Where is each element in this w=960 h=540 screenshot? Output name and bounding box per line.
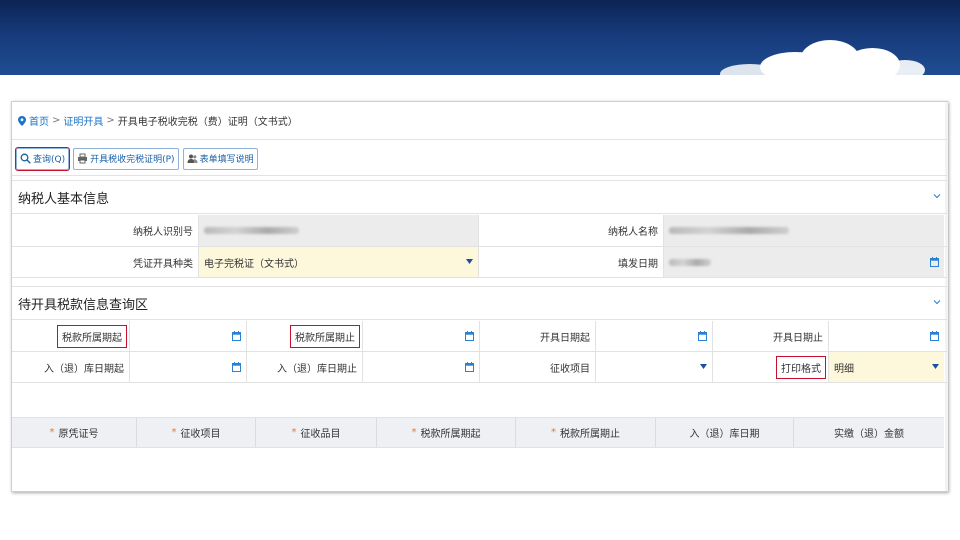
issue-certificate-label: 开具税收完税证明(P) [90, 155, 175, 165]
print-format-value: 明细 [834, 363, 854, 375]
cloud-decoration [885, 60, 925, 75]
issue-date-start-input[interactable] [596, 321, 713, 351]
print-format-select[interactable]: 明细 [829, 352, 944, 382]
form-guide-label: 表单填写说明 [199, 155, 254, 165]
form-guide-button[interactable]: 表单填写说明 [182, 147, 258, 170]
calendar-icon[interactable] [232, 362, 241, 372]
query-section-title: 待开具税款信息查询区 [18, 297, 149, 313]
breadcrumb: 首页 > 证明开具 > 开具电子税收完税（费）证明（文书式） [12, 102, 947, 140]
dropdown-arrow-icon[interactable] [466, 259, 473, 264]
column-header-label: 实缴（退）金额 [834, 429, 904, 440]
period-end-label-cell: 税款所属期止 [247, 321, 363, 351]
redacted-value [669, 227, 789, 234]
required-marker: * [171, 427, 177, 438]
taxpayer-name-label: 纳税人名称 [479, 215, 664, 246]
required-marker: * [551, 427, 556, 438]
issue-date-end-input[interactable] [829, 321, 944, 351]
users-icon [187, 154, 198, 163]
column-header[interactable]: * 税款所属期止 [516, 418, 656, 447]
taxpayer-row-2: 凭证开具种类 电子完税证（文书式） 填发日期 [12, 247, 947, 278]
print-format-label-cell: 打印格式 [713, 352, 829, 382]
breadcrumb-separator: > [52, 115, 61, 126]
column-header-label: 税款所属期起 [420, 429, 481, 440]
column-header-label: 征收项目 [180, 429, 221, 440]
period-start-label-cell: 税款所属期起 [12, 321, 130, 351]
breadcrumb-current: 开具电子税收完税（费）证明（文书式） [117, 117, 298, 128]
column-header[interactable]: * 税款所属期起 [377, 418, 516, 447]
calendar-icon[interactable] [232, 331, 241, 341]
taxpayer-section-title: 纳税人基本信息 [18, 191, 110, 207]
required-marker: * [49, 427, 55, 438]
levy-item-select[interactable] [596, 352, 713, 382]
storage-date-start-label: 入（退）库日期起 [12, 352, 130, 382]
taxpayer-name-value [664, 215, 944, 246]
period-end-label: 税款所属期止 [290, 324, 360, 348]
toolbar: 查询(Q) 开具税收完税证明(P) 表单填写说明 [12, 142, 947, 176]
issue-date-value [664, 247, 944, 277]
tax-id-label: 纳税人识别号 [12, 215, 199, 246]
column-header-label: 税款所属期止 [560, 429, 620, 440]
issue-date-label: 填发日期 [479, 247, 664, 277]
calendar-icon[interactable] [698, 331, 707, 341]
tax-id-value [199, 215, 479, 246]
column-header[interactable]: * 征收项目 [137, 418, 256, 447]
column-header[interactable]: 实缴（退）金额 [794, 418, 944, 447]
period-start-input[interactable] [130, 321, 247, 351]
calendar-icon[interactable] [930, 257, 939, 267]
calendar-icon[interactable] [465, 331, 474, 341]
column-header-label: 征收品目 [300, 429, 341, 440]
column-header-label: 入（退）库日期 [689, 429, 760, 440]
required-marker: * [291, 427, 297, 438]
column-header[interactable]: 入（退）库日期 [656, 418, 794, 447]
query-button[interactable]: 查询(Q) [14, 146, 71, 171]
redacted-value [204, 227, 299, 234]
column-header[interactable]: * 征收品目 [256, 418, 377, 447]
main-panel: 首页 > 证明开具 > 开具电子税收完税（费）证明（文书式） 查询(Q) 开具税… [11, 101, 948, 492]
dropdown-arrow-icon[interactable] [700, 364, 707, 369]
chevron-down-icon[interactable] [933, 192, 941, 200]
query-section-header[interactable]: 待开具税款信息查询区 [12, 286, 947, 320]
column-header[interactable]: * 原凭证号 [12, 418, 137, 447]
query-row-1: 税款所属期起 税款所属期止 开具日期起 开具日期止 [12, 321, 947, 352]
taxpayer-section-header[interactable]: 纳税人基本信息 [12, 180, 947, 214]
period-start-label: 税款所属期起 [57, 324, 127, 348]
column-header-label: 原凭证号 [58, 429, 99, 440]
period-end-input[interactable] [363, 321, 480, 351]
dropdown-arrow-icon[interactable] [932, 364, 939, 369]
location-pin-icon [18, 115, 26, 126]
breadcrumb-certificate[interactable]: 证明开具 [63, 113, 103, 128]
calendar-icon[interactable] [930, 331, 939, 341]
query-button-label: 查询(Q) [33, 155, 66, 165]
query-row-2: 入（退）库日期起 入（退）库日期止 征收项目 打印格式 明细 [12, 352, 947, 383]
breadcrumb-home[interactable]: 首页 [29, 113, 49, 128]
voucher-type-select[interactable]: 电子完税证（文书式） [199, 247, 479, 277]
required-marker: * [411, 427, 417, 438]
storage-date-end-label: 入（退）库日期止 [247, 352, 363, 382]
calendar-icon[interactable] [465, 362, 474, 372]
issue-certificate-button[interactable]: 开具税收完税证明(P) [73, 147, 179, 170]
issue-date-start-label: 开具日期起 [480, 321, 596, 351]
printer-icon [78, 153, 88, 164]
storage-date-end-input[interactable] [363, 352, 480, 382]
issue-date-end-label: 开具日期止 [713, 321, 829, 351]
print-format-label: 打印格式 [776, 355, 826, 379]
breadcrumb-separator: > [106, 115, 115, 126]
levy-item-label: 征收项目 [480, 352, 596, 382]
taxpayer-row-1: 纳税人识别号 纳税人名称 [12, 215, 947, 247]
header-banner [0, 0, 960, 75]
redacted-value [669, 258, 711, 266]
storage-date-start-input[interactable] [130, 352, 247, 382]
search-icon [20, 153, 31, 164]
results-table-header: * 原凭证号 * 征收项目 * 征收品目 * 税款所属期起 * 税款所属期止 入… [12, 417, 944, 448]
voucher-type-value: 电子完税证（文书式） [204, 258, 304, 270]
chevron-down-icon[interactable] [933, 298, 941, 306]
voucher-type-label: 凭证开具种类 [12, 247, 199, 277]
